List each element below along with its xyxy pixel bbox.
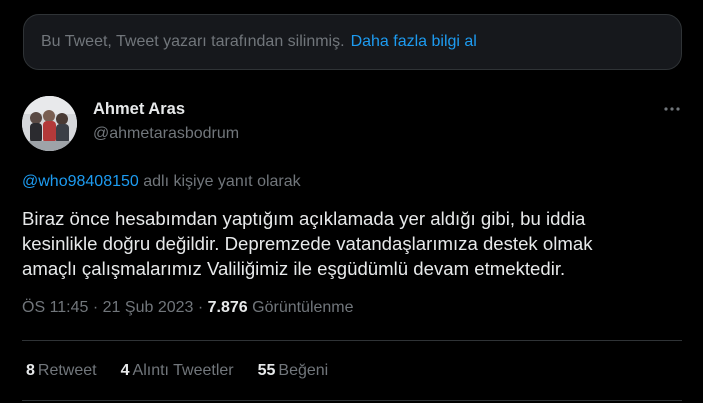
tweet-text: Biraz önce hesabımdan yaptığım açıklamad… xyxy=(22,208,593,279)
engagement-stats: 8 Retweet 4 Alıntı Tweetler 55 Beğeni xyxy=(26,362,352,380)
reply-context: @who98408150 adlı kişiye yanıt olarak xyxy=(22,173,301,191)
learn-more-link[interactable]: Daha fazla bilgi al xyxy=(351,33,477,51)
view-count: 7.876 xyxy=(207,299,248,316)
likes-label: Beğeni xyxy=(278,362,329,379)
quotes-stat[interactable]: 4 Alıntı Tweetler xyxy=(121,362,234,380)
meta-separator: · xyxy=(92,299,103,316)
view-label: Görüntülenme xyxy=(252,299,354,316)
tweet-date[interactable]: 21 Şub 2023 xyxy=(103,299,194,316)
quotes-label: Alıntı Tweetler xyxy=(132,362,234,379)
avatar-photo xyxy=(22,96,77,151)
reply-mention-link[interactable]: @who98408150 xyxy=(22,173,139,190)
likes-stat[interactable]: 55 Beğeni xyxy=(258,362,329,380)
divider xyxy=(22,400,682,401)
author-handle[interactable]: @ahmetarasbodrum xyxy=(93,125,239,143)
retweets-stat[interactable]: 8 Retweet xyxy=(26,362,97,380)
avatar[interactable] xyxy=(22,96,77,151)
deleted-notice-text: Bu Tweet, Tweet yazarı tarafından silinm… xyxy=(41,33,345,50)
deleted-tweet-notice: Bu Tweet, Tweet yazarı tarafından silinm… xyxy=(23,14,682,70)
author-name[interactable]: Ahmet Aras xyxy=(93,100,185,119)
more-options-icon[interactable] xyxy=(663,104,681,114)
retweets-label: Retweet xyxy=(37,362,97,379)
tweet-meta: ÖS 11:45 · 21 Şub 2023 · 7.876 Görüntüle… xyxy=(22,299,354,317)
divider xyxy=(22,340,682,341)
likes-count: 55 xyxy=(257,362,276,379)
meta-separator: · xyxy=(197,299,208,316)
retweets-count: 8 xyxy=(26,362,35,379)
quotes-count: 4 xyxy=(120,362,130,379)
tweet-time[interactable]: ÖS 11:45 xyxy=(22,299,88,316)
reply-suffix: adlı kişiye yanıt olarak xyxy=(143,173,301,190)
